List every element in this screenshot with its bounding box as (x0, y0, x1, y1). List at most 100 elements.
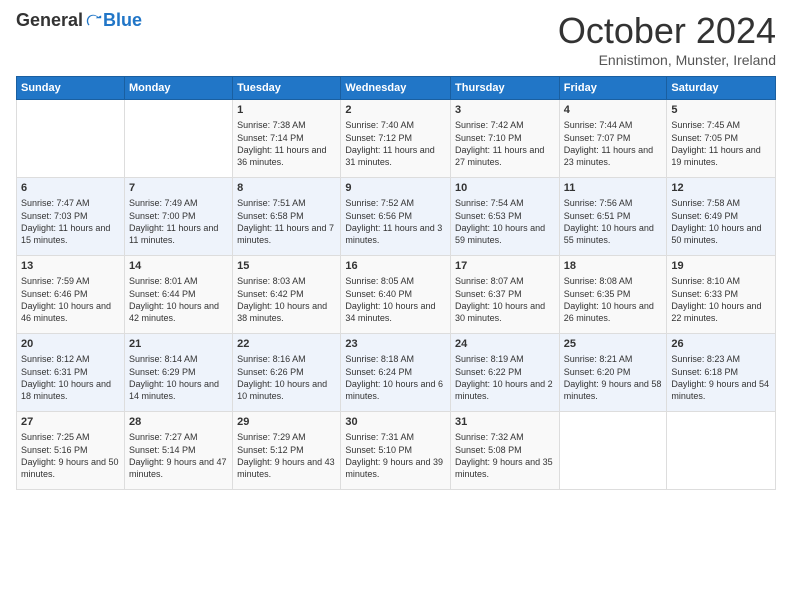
day-header-monday: Monday (124, 77, 232, 100)
calendar-cell: 27Sunrise: 7:25 AMSunset: 5:16 PMDayligh… (17, 412, 125, 490)
day-content: Sunrise: 7:58 AMSunset: 6:49 PMDaylight:… (671, 197, 771, 246)
day-number: 20 (21, 337, 120, 352)
calendar-cell: 20Sunrise: 8:12 AMSunset: 6:31 PMDayligh… (17, 334, 125, 412)
calendar-cell: 30Sunrise: 7:31 AMSunset: 5:10 PMDayligh… (341, 412, 451, 490)
day-content: Sunrise: 7:59 AMSunset: 6:46 PMDaylight:… (21, 275, 120, 324)
day-content: Sunrise: 7:29 AMSunset: 5:12 PMDaylight:… (237, 431, 336, 480)
day-number: 6 (21, 181, 120, 196)
day-content: Sunrise: 8:12 AMSunset: 6:31 PMDaylight:… (21, 353, 120, 402)
calendar-cell: 14Sunrise: 8:01 AMSunset: 6:44 PMDayligh… (124, 256, 232, 334)
day-content: Sunrise: 7:27 AMSunset: 5:14 PMDaylight:… (129, 431, 228, 480)
day-number: 17 (455, 259, 555, 274)
calendar-week-3: 13Sunrise: 7:59 AMSunset: 6:46 PMDayligh… (17, 256, 776, 334)
day-content: Sunrise: 8:23 AMSunset: 6:18 PMDaylight:… (671, 353, 771, 402)
calendar-week-5: 27Sunrise: 7:25 AMSunset: 5:16 PMDayligh… (17, 412, 776, 490)
calendar-cell: 15Sunrise: 8:03 AMSunset: 6:42 PMDayligh… (233, 256, 341, 334)
calendar-cell: 6Sunrise: 7:47 AMSunset: 7:03 PMDaylight… (17, 178, 125, 256)
day-header-sunday: Sunday (17, 77, 125, 100)
day-number: 9 (345, 181, 446, 196)
logo-text: General Blue (16, 10, 142, 31)
calendar-cell: 19Sunrise: 8:10 AMSunset: 6:33 PMDayligh… (667, 256, 776, 334)
logo-bird-icon (85, 12, 103, 30)
day-number: 14 (129, 259, 228, 274)
day-content: Sunrise: 7:52 AMSunset: 6:56 PMDaylight:… (345, 197, 446, 246)
day-content: Sunrise: 8:14 AMSunset: 6:29 PMDaylight:… (129, 353, 228, 402)
day-header-saturday: Saturday (667, 77, 776, 100)
day-content: Sunrise: 8:21 AMSunset: 6:20 PMDaylight:… (564, 353, 663, 402)
day-number: 26 (671, 337, 771, 352)
calendar-cell: 26Sunrise: 8:23 AMSunset: 6:18 PMDayligh… (667, 334, 776, 412)
day-content: Sunrise: 8:19 AMSunset: 6:22 PMDaylight:… (455, 353, 555, 402)
day-number: 30 (345, 415, 446, 430)
day-header-wednesday: Wednesday (341, 77, 451, 100)
day-content: Sunrise: 7:54 AMSunset: 6:53 PMDaylight:… (455, 197, 555, 246)
day-content: Sunrise: 7:38 AMSunset: 7:14 PMDaylight:… (237, 119, 336, 168)
page-container: General Blue October 2024 Ennistimon, Mu… (0, 0, 792, 500)
day-content: Sunrise: 7:25 AMSunset: 5:16 PMDaylight:… (21, 431, 120, 480)
calendar-cell: 31Sunrise: 7:32 AMSunset: 5:08 PMDayligh… (451, 412, 560, 490)
day-number: 22 (237, 337, 336, 352)
calendar-cell: 29Sunrise: 7:29 AMSunset: 5:12 PMDayligh… (233, 412, 341, 490)
calendar-cell: 3Sunrise: 7:42 AMSunset: 7:10 PMDaylight… (451, 100, 560, 178)
calendar-cell: 2Sunrise: 7:40 AMSunset: 7:12 PMDaylight… (341, 100, 451, 178)
day-header-tuesday: Tuesday (233, 77, 341, 100)
calendar-cell: 22Sunrise: 8:16 AMSunset: 6:26 PMDayligh… (233, 334, 341, 412)
calendar-cell (667, 412, 776, 490)
calendar-cell: 28Sunrise: 7:27 AMSunset: 5:14 PMDayligh… (124, 412, 232, 490)
calendar-cell: 13Sunrise: 7:59 AMSunset: 6:46 PMDayligh… (17, 256, 125, 334)
day-content: Sunrise: 7:49 AMSunset: 7:00 PMDaylight:… (129, 197, 228, 246)
day-number: 23 (345, 337, 446, 352)
day-number: 11 (564, 181, 663, 196)
day-header-thursday: Thursday (451, 77, 560, 100)
day-number: 15 (237, 259, 336, 274)
calendar-cell: 9Sunrise: 7:52 AMSunset: 6:56 PMDaylight… (341, 178, 451, 256)
logo-blue: Blue (103, 10, 142, 31)
calendar-body: 1Sunrise: 7:38 AMSunset: 7:14 PMDaylight… (17, 100, 776, 490)
day-content: Sunrise: 7:47 AMSunset: 7:03 PMDaylight:… (21, 197, 120, 246)
day-content: Sunrise: 8:05 AMSunset: 6:40 PMDaylight:… (345, 275, 446, 324)
day-number: 16 (345, 259, 446, 274)
day-content: Sunrise: 8:07 AMSunset: 6:37 PMDaylight:… (455, 275, 555, 324)
calendar-cell (17, 100, 125, 178)
day-content: Sunrise: 7:42 AMSunset: 7:10 PMDaylight:… (455, 119, 555, 168)
day-number: 2 (345, 103, 446, 118)
calendar-cell: 4Sunrise: 7:44 AMSunset: 7:07 PMDaylight… (559, 100, 667, 178)
month-title: October 2024 (558, 10, 776, 52)
day-number: 24 (455, 337, 555, 352)
calendar-cell: 21Sunrise: 8:14 AMSunset: 6:29 PMDayligh… (124, 334, 232, 412)
day-number: 27 (21, 415, 120, 430)
calendar-cell: 25Sunrise: 8:21 AMSunset: 6:20 PMDayligh… (559, 334, 667, 412)
day-content: Sunrise: 7:32 AMSunset: 5:08 PMDaylight:… (455, 431, 555, 480)
calendar-cell: 8Sunrise: 7:51 AMSunset: 6:58 PMDaylight… (233, 178, 341, 256)
calendar-cell (559, 412, 667, 490)
calendar-cell: 17Sunrise: 8:07 AMSunset: 6:37 PMDayligh… (451, 256, 560, 334)
day-content: Sunrise: 8:01 AMSunset: 6:44 PMDaylight:… (129, 275, 228, 324)
day-number: 1 (237, 103, 336, 118)
calendar-cell: 11Sunrise: 7:56 AMSunset: 6:51 PMDayligh… (559, 178, 667, 256)
header-row: SundayMondayTuesdayWednesdayThursdayFrid… (17, 77, 776, 100)
day-header-friday: Friday (559, 77, 667, 100)
calendar-cell: 10Sunrise: 7:54 AMSunset: 6:53 PMDayligh… (451, 178, 560, 256)
day-number: 8 (237, 181, 336, 196)
calendar-cell: 18Sunrise: 8:08 AMSunset: 6:35 PMDayligh… (559, 256, 667, 334)
calendar-cell (124, 100, 232, 178)
calendar-table: SundayMondayTuesdayWednesdayThursdayFrid… (16, 76, 776, 490)
day-number: 5 (671, 103, 771, 118)
calendar-cell: 5Sunrise: 7:45 AMSunset: 7:05 PMDaylight… (667, 100, 776, 178)
day-content: Sunrise: 8:10 AMSunset: 6:33 PMDaylight:… (671, 275, 771, 324)
day-number: 10 (455, 181, 555, 196)
day-number: 12 (671, 181, 771, 196)
day-number: 31 (455, 415, 555, 430)
day-number: 3 (455, 103, 555, 118)
calendar-cell: 12Sunrise: 7:58 AMSunset: 6:49 PMDayligh… (667, 178, 776, 256)
day-content: Sunrise: 7:51 AMSunset: 6:58 PMDaylight:… (237, 197, 336, 246)
day-content: Sunrise: 8:08 AMSunset: 6:35 PMDaylight:… (564, 275, 663, 324)
day-content: Sunrise: 7:31 AMSunset: 5:10 PMDaylight:… (345, 431, 446, 480)
calendar-cell: 7Sunrise: 7:49 AMSunset: 7:00 PMDaylight… (124, 178, 232, 256)
title-area: October 2024 Ennistimon, Munster, Irelan… (558, 10, 776, 68)
header: General Blue October 2024 Ennistimon, Mu… (16, 10, 776, 68)
calendar-cell: 1Sunrise: 7:38 AMSunset: 7:14 PMDaylight… (233, 100, 341, 178)
day-number: 19 (671, 259, 771, 274)
logo-general: General (16, 10, 83, 31)
day-content: Sunrise: 8:16 AMSunset: 6:26 PMDaylight:… (237, 353, 336, 402)
